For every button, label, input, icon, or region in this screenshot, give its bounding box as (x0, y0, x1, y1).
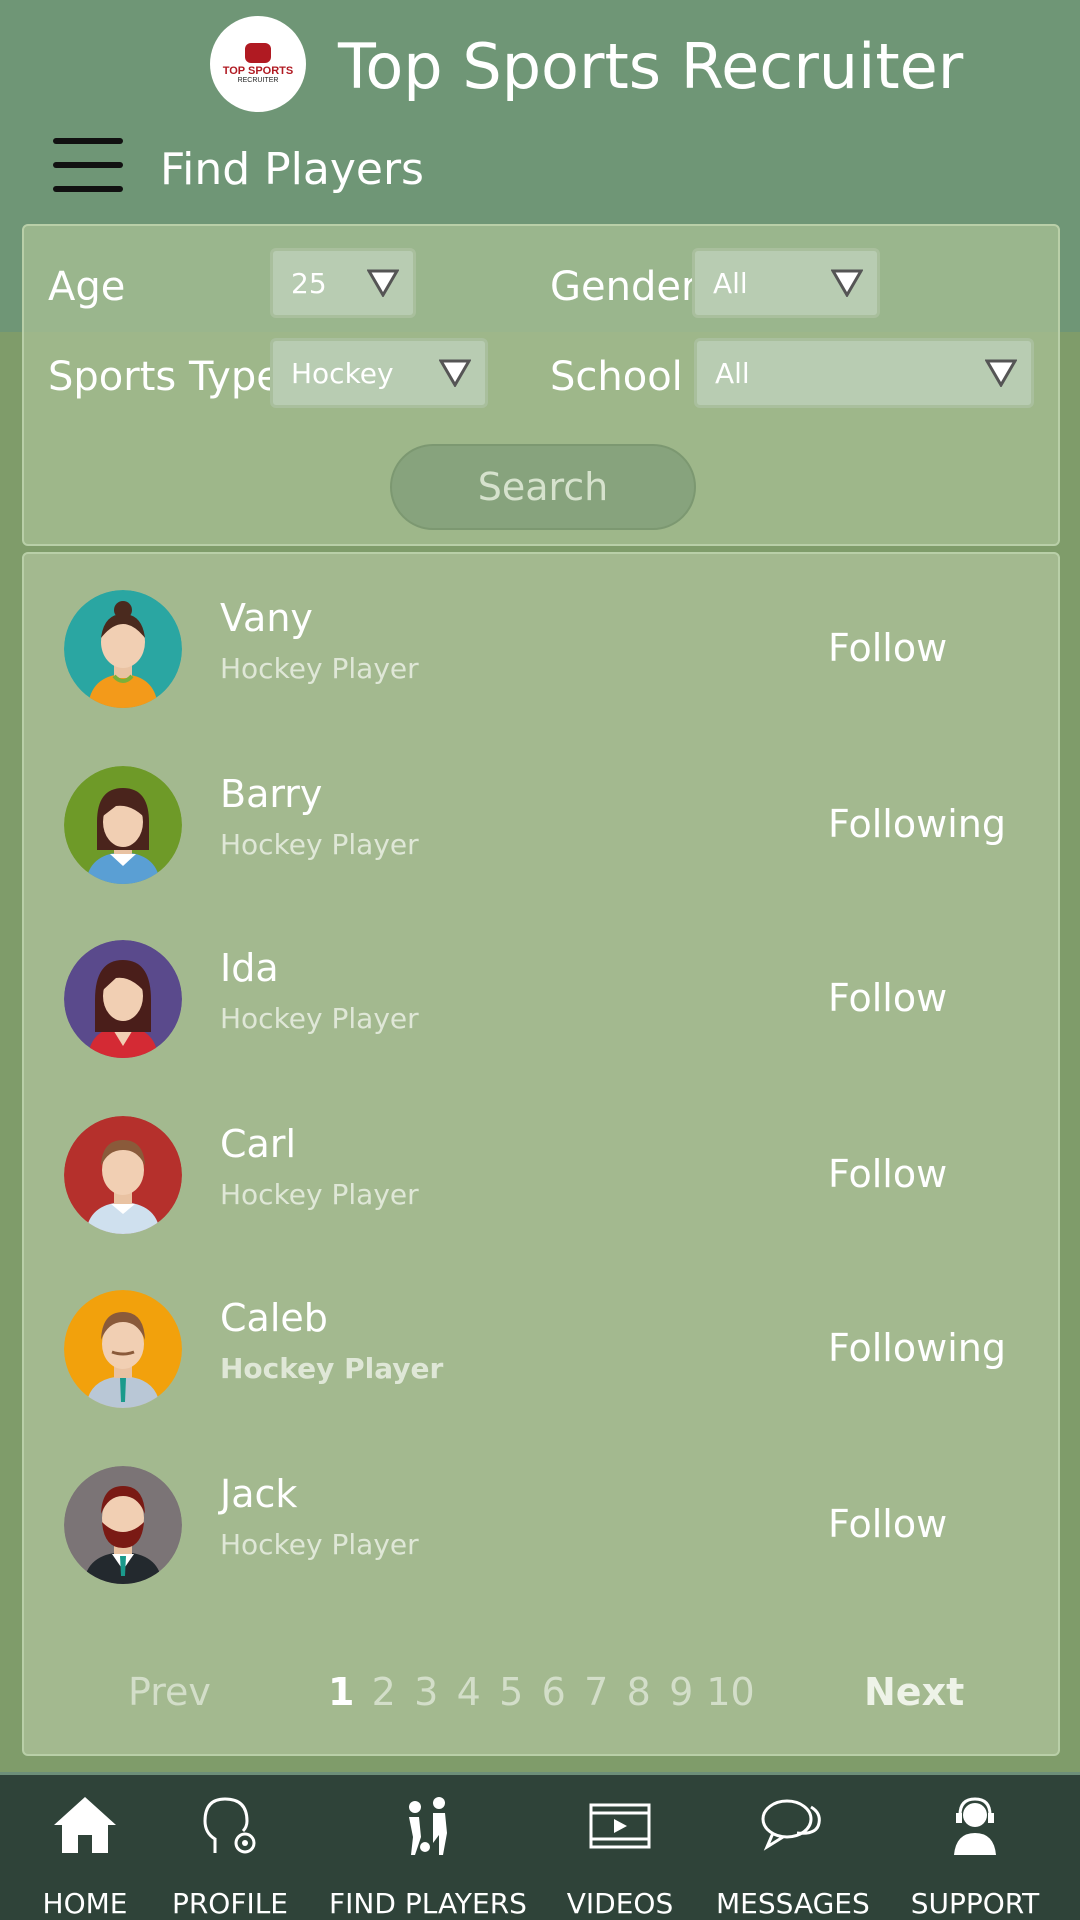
age-select[interactable]: 25 (270, 248, 416, 318)
follow-button[interactable]: Follow (828, 1502, 947, 1546)
page-number-7[interactable]: 7 (575, 1670, 618, 1714)
nav-label: PROFILE (171, 1887, 289, 1920)
avatar (64, 766, 182, 884)
page-number-6[interactable]: 6 (533, 1670, 576, 1714)
logo-emblem (245, 43, 271, 63)
school-label: School (550, 354, 683, 400)
prev-page-button[interactable]: Prev (128, 1670, 211, 1714)
nav-label: MESSAGES (716, 1887, 870, 1920)
player-role: Hockey Player (220, 652, 419, 685)
page-number-4[interactable]: 4 (448, 1670, 491, 1714)
chevron-down-icon (985, 359, 1017, 387)
gender-select[interactable]: All (692, 248, 880, 318)
chevron-down-icon (831, 269, 863, 297)
sports-type-select[interactable]: Hockey (270, 338, 488, 408)
chevron-down-icon (439, 359, 471, 387)
follow-button[interactable]: Follow (828, 976, 947, 1020)
page-title: Find Players (160, 144, 424, 195)
avatar (64, 940, 182, 1058)
profile-settings-icon (203, 1797, 256, 1854)
player-row[interactable]: Carl Hockey Player Follow (64, 1116, 1024, 1236)
page-number-8[interactable]: 8 (618, 1670, 661, 1714)
age-label: Age (48, 264, 126, 310)
follow-button[interactable]: Follow (828, 1152, 947, 1196)
player-role: Hockey Player (220, 1178, 419, 1211)
chevron-down-icon (367, 269, 399, 297)
player-row[interactable]: Ida Hockey Player Follow (64, 940, 1024, 1060)
filter-panel: Age 25 Gender All Sports Type Hockey Sch… (22, 224, 1060, 546)
pagination: Prev 1 2 3 4 5 6 7 8 9 10 Next (24, 1670, 1062, 1730)
sports-type-value: Hockey (291, 356, 394, 390)
player-name: Carl (220, 1122, 296, 1166)
home-icon (54, 1797, 116, 1853)
support-icon (954, 1797, 996, 1855)
find-players-icon (409, 1797, 447, 1855)
nav-label: FIND PLAYERS (329, 1887, 527, 1920)
player-name: Jack (220, 1472, 298, 1516)
player-row[interactable]: Barry Hockey Player Following (64, 766, 1024, 886)
avatar (64, 590, 182, 708)
avatar (64, 1290, 182, 1408)
player-role: Hockey Player (220, 1528, 419, 1561)
messages-icon (761, 1799, 821, 1851)
school-value: All (715, 356, 750, 390)
page-number-1[interactable]: 1 (320, 1670, 363, 1714)
gender-value: All (713, 266, 748, 300)
page-number-3[interactable]: 3 (405, 1670, 448, 1714)
app-title: Top Sports Recruiter (338, 30, 964, 103)
nav-label: SUPPORT (910, 1887, 1040, 1920)
page-number-5[interactable]: 5 (490, 1670, 533, 1714)
video-icon (589, 1803, 651, 1849)
following-button[interactable]: Following (828, 802, 1006, 846)
player-name: Ida (220, 946, 279, 990)
page-numbers: 1 2 3 4 5 6 7 8 9 10 (320, 1670, 759, 1714)
player-role: Hockey Player (220, 828, 419, 861)
follow-button[interactable]: Follow (828, 626, 947, 670)
school-select[interactable]: All (694, 338, 1034, 408)
avatar (64, 1116, 182, 1234)
hamburger-menu-icon[interactable] (53, 138, 123, 192)
nav-find-players[interactable]: FIND PLAYERS (326, 1775, 530, 1920)
nav-videos[interactable]: VIDEOS (560, 1775, 680, 1920)
player-role: Hockey Player (220, 1352, 444, 1385)
next-page-button[interactable]: Next (864, 1670, 964, 1714)
player-list: Vany Hockey Player Follow Barry Hockey P… (22, 552, 1060, 1756)
gender-label: Gender (550, 264, 698, 310)
player-row[interactable]: Jack Hockey Player Follow (64, 1466, 1024, 1586)
age-value: 25 (291, 266, 327, 300)
player-name: Caleb (220, 1296, 328, 1340)
page-number-2[interactable]: 2 (363, 1670, 406, 1714)
player-name: Barry (220, 772, 323, 816)
page-number-9[interactable]: 9 (660, 1670, 703, 1714)
player-role: Hockey Player (220, 1002, 419, 1035)
nav-messages[interactable]: MESSAGES (716, 1775, 870, 1920)
logo-text-bottom: RECRUITER (237, 77, 279, 84)
nav-label: HOME (42, 1887, 128, 1920)
nav-profile[interactable]: PROFILE (160, 1775, 300, 1920)
player-name: Vany (220, 596, 313, 640)
following-button[interactable]: Following (828, 1326, 1006, 1370)
nav-home[interactable]: HOME (20, 1775, 150, 1920)
sports-type-label: Sports Type (48, 354, 281, 400)
nav-label: VIDEOS (566, 1887, 674, 1920)
search-button[interactable]: Search (390, 444, 696, 530)
player-row[interactable]: Vany Hockey Player Follow (64, 590, 1024, 710)
bottom-navigation: HOME PROFILE FIND PLAYERS VIDEOS MESSAGE… (0, 1772, 1080, 1920)
avatar (64, 1466, 182, 1584)
player-row[interactable]: Caleb Hockey Player Following (64, 1290, 1024, 1410)
app-logo: TOP SPORTS RECRUITER (210, 16, 306, 112)
page-number-10[interactable]: 10 (703, 1670, 759, 1714)
logo-text-top: TOP SPORTS (222, 65, 294, 77)
nav-support[interactable]: SUPPORT (900, 1775, 1050, 1920)
